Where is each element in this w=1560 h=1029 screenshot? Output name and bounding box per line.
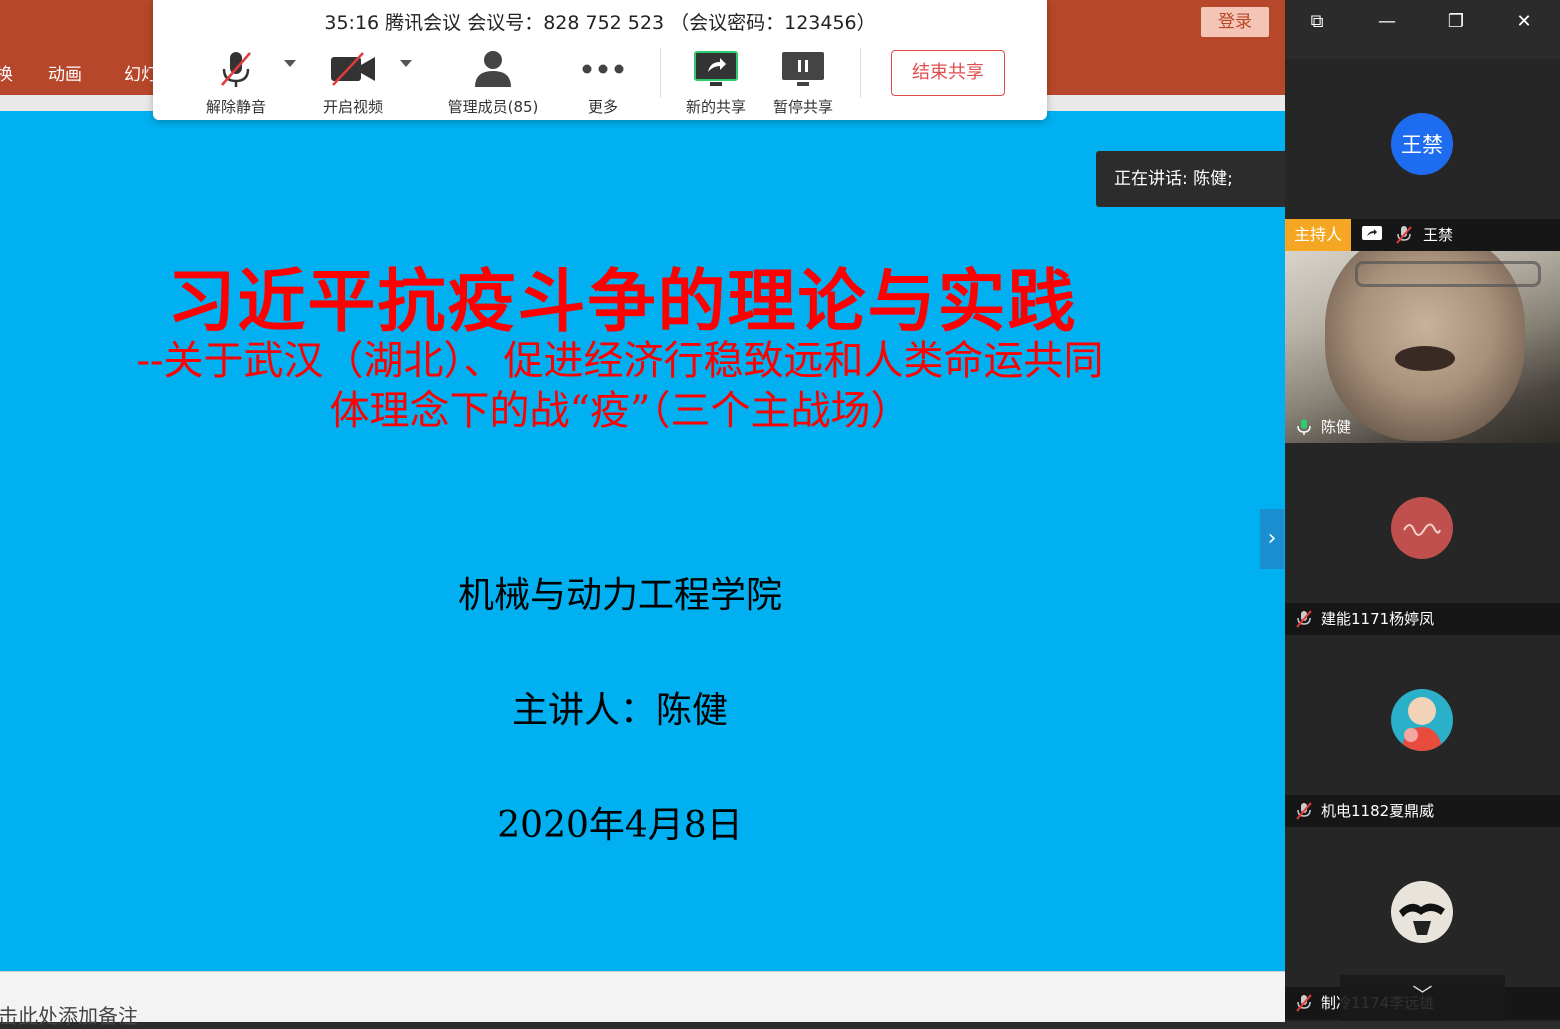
slide-subtitle-line1: --关于武汉（湖北）、促进经济行稳致远和人类命运共同	[136, 338, 1104, 384]
ppt-tab-transitions[interactable]: 换	[0, 60, 13, 85]
participant-tile[interactable]: 建能1171杨婷凤	[1285, 443, 1560, 635]
slide-subtitle-line2: 体理念下的战“疫”（三个主战场）	[329, 388, 911, 434]
chevron-right-icon[interactable]: ›	[1260, 509, 1284, 569]
new-share-button[interactable]: 新的共享	[680, 44, 752, 117]
participants-panel: 王禁 主持人 王禁 陈健 建能1171杨婷凤 机电1182夏鼎威	[1285, 59, 1560, 1021]
host-badge: 主持人	[1285, 219, 1351, 251]
pause-share-button[interactable]: 暂停共享	[768, 44, 838, 117]
participant-name: 陈健	[1321, 418, 1352, 436]
share-icon	[680, 44, 752, 94]
close-icon[interactable]: ✕	[1512, 10, 1536, 34]
avatar	[1391, 881, 1453, 943]
end-share-button[interactable]: 结束共享	[891, 50, 1005, 96]
slide-date: 2020年4月8日	[497, 805, 743, 846]
participant-name: 机电1182夏鼎威	[1321, 802, 1435, 820]
manage-members-label: 管理成员(85)	[447, 98, 539, 116]
presentation-slide: 习近平抗疫斗争的理论与实践 --关于武汉（湖北）、促进经济行稳致远和人类命运共同…	[0, 111, 1285, 971]
new-share-label: 新的共享	[685, 98, 746, 116]
speaking-indicator: 正在讲话: 陈健;	[1096, 151, 1286, 207]
toolbar-divider	[660, 48, 661, 98]
slide-presenter: 主讲人：陈健	[511, 690, 728, 731]
mic-muted-icon	[1296, 802, 1312, 820]
participant-namebar: 机电1182夏鼎威	[1285, 795, 1560, 827]
slide-subtitle: --关于武汉（湖北）、促进经济行稳致远和人类命运共同 体理念下的战“疫”（三个主…	[40, 336, 1200, 436]
mic-muted-icon	[201, 44, 271, 94]
mic-active-icon	[1297, 419, 1311, 435]
login-button[interactable]: 登录	[1201, 7, 1269, 37]
meeting-info: 35:16 腾讯会议 会议号：828 752 523 （会议密码：123456）	[324, 12, 876, 34]
slide-title: 习近平抗疫斗争的理论与实践	[167, 262, 1078, 342]
avatar: 王禁	[1391, 113, 1453, 175]
ppt-tab-animations[interactable]: 动画	[48, 60, 82, 85]
restore-layout-icon[interactable]: ⧉	[1305, 10, 1329, 34]
participant-tile[interactable]: 机电1182夏鼎威	[1285, 635, 1560, 827]
participant-name: 建能1171杨婷凤	[1321, 610, 1435, 628]
chevron-down-icon[interactable]	[284, 60, 296, 67]
notes-placeholder[interactable]: 单击此处添加备注	[0, 1000, 138, 1029]
video-off-icon	[315, 44, 391, 94]
more-button[interactable]: 更多	[573, 44, 633, 117]
notes-pane[interactable]: 单击此处添加备注	[0, 971, 1285, 1028]
more-label: 更多	[587, 98, 618, 116]
pause-share-label: 暂停共享	[772, 98, 833, 116]
participant-namebar: 陈健	[1285, 411, 1560, 443]
chevron-down-icon[interactable]	[400, 60, 412, 67]
members-icon	[443, 44, 543, 94]
avatar	[1391, 497, 1453, 559]
mic-muted-icon	[1296, 610, 1312, 628]
mic-muted-icon	[1296, 994, 1312, 1012]
unmute-label: 解除静音	[205, 98, 266, 116]
start-video-label: 开启视频	[322, 98, 383, 116]
pause-icon	[768, 44, 838, 94]
mic-muted-icon	[1396, 226, 1412, 244]
participant-tile[interactable]: 王禁 主持人 王禁	[1285, 59, 1560, 251]
unmute-button[interactable]: 解除静音	[201, 44, 271, 117]
participant-namebar: 建能1171杨婷凤	[1285, 603, 1560, 635]
meeting-toolbar: 35:16 腾讯会议 会议号：828 752 523 （会议密码：123456）…	[153, 0, 1047, 120]
participant-namebar: 主持人 王禁	[1285, 219, 1560, 251]
slide-college: 机械与动力工程学院	[457, 575, 782, 616]
maximize-icon[interactable]: ❐	[1444, 10, 1468, 34]
start-video-button[interactable]: 开启视频	[315, 44, 391, 117]
participant-tile[interactable]: 陈健	[1285, 251, 1560, 443]
participant-name: 王禁	[1423, 226, 1454, 244]
toolbar-divider	[860, 48, 861, 98]
avatar	[1391, 689, 1453, 751]
chevron-down-icon[interactable]: ﹀	[1340, 975, 1505, 1021]
minimize-icon[interactable]: —	[1375, 10, 1399, 34]
more-icon	[573, 44, 633, 94]
screen-share-icon	[1362, 226, 1382, 240]
manage-members-button[interactable]: 管理成员(85)	[443, 44, 543, 117]
